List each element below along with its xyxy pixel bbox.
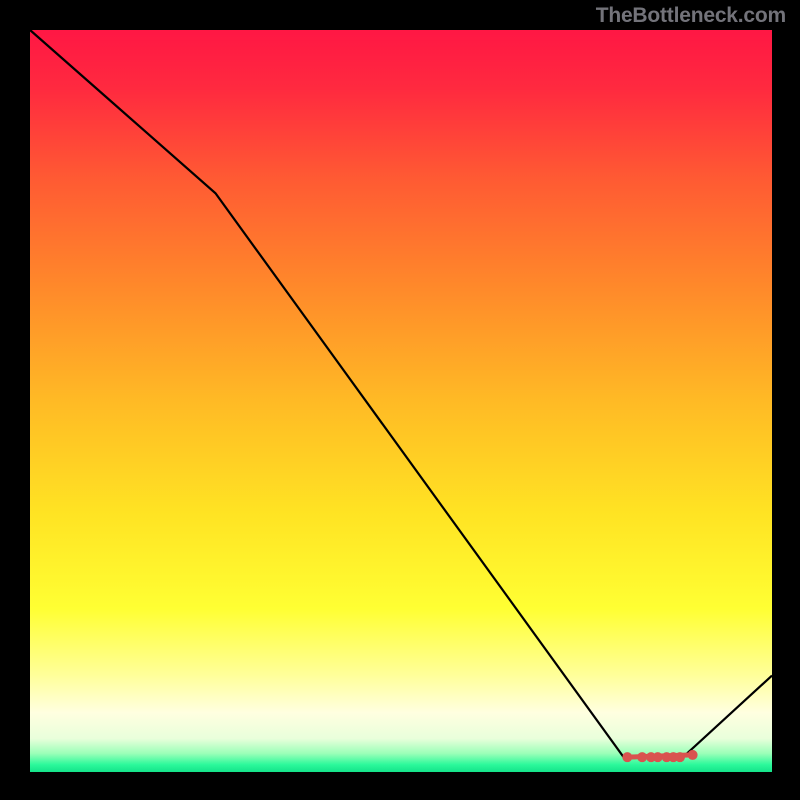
chart-frame: TheBottleneck.com xyxy=(0,0,800,800)
bottleneck-chart xyxy=(0,0,800,800)
marker-point xyxy=(675,752,685,762)
marker-point xyxy=(688,750,698,760)
watermark-label: TheBottleneck.com xyxy=(596,4,786,28)
marker-point xyxy=(622,752,632,762)
marker-point xyxy=(653,752,663,762)
marker-point xyxy=(637,752,647,762)
plot-background xyxy=(30,30,772,772)
